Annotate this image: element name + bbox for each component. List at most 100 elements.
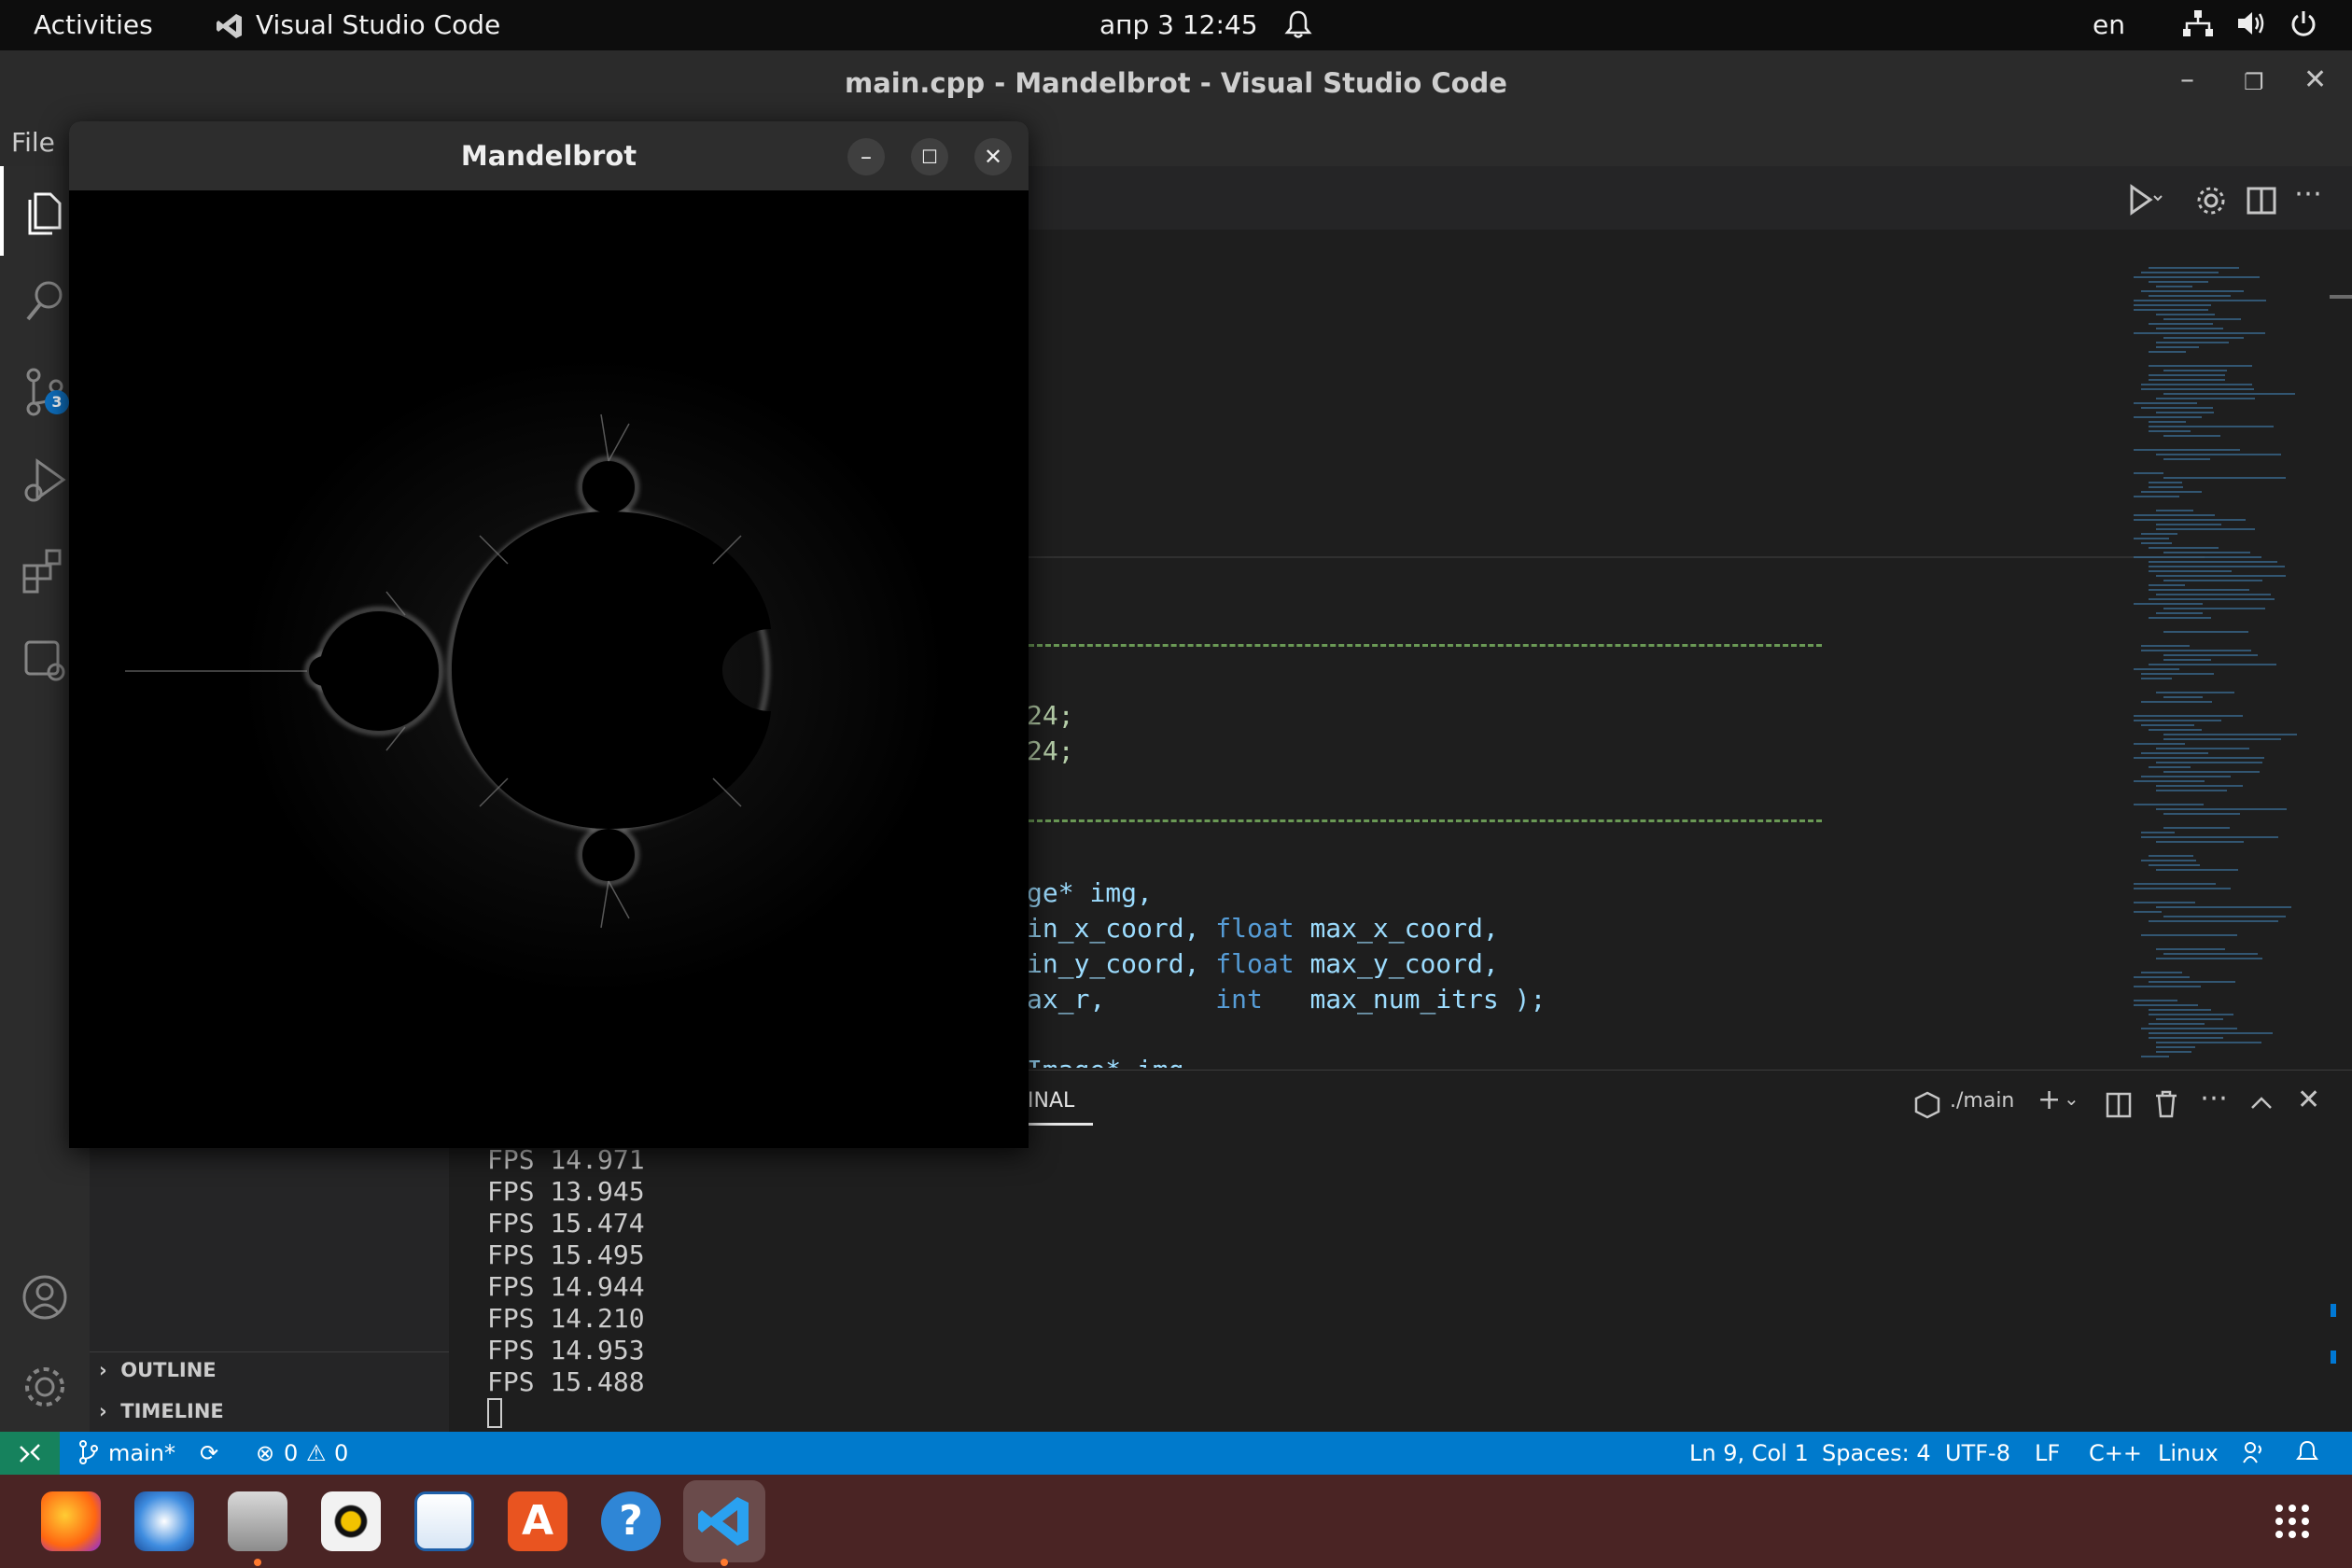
feedback-icon[interactable] bbox=[2242, 1440, 2266, 1470]
run-play-icon[interactable] bbox=[2122, 183, 2163, 218]
error-count[interactable]: 0 bbox=[284, 1440, 298, 1466]
writer-icon[interactable] bbox=[414, 1491, 474, 1551]
minimap-line bbox=[2163, 580, 2262, 581]
outline-section[interactable]: › OUTLINE bbox=[99, 1359, 217, 1381]
notifications-bell-icon[interactable] bbox=[2296, 1440, 2318, 1470]
rhythmbox-icon[interactable] bbox=[321, 1491, 381, 1551]
split-terminal-icon[interactable] bbox=[2105, 1091, 2133, 1119]
software-center-icon[interactable]: A bbox=[508, 1491, 567, 1551]
warning-count[interactable]: 0 bbox=[334, 1440, 348, 1466]
minimap-line bbox=[2149, 566, 2285, 567]
volume-icon[interactable] bbox=[2236, 9, 2268, 44]
minimap-line bbox=[2149, 584, 2185, 586]
encoding[interactable]: UTF-8 bbox=[1945, 1440, 2010, 1466]
minimap-line bbox=[2134, 986, 2201, 987]
close-icon[interactable]: ✕ bbox=[974, 138, 1012, 175]
minimize-icon[interactable]: – bbox=[847, 138, 885, 175]
minimap-line bbox=[2163, 552, 2250, 553]
minimap-line bbox=[2149, 570, 2232, 572]
thunderbird-icon[interactable] bbox=[134, 1491, 194, 1551]
help-icon[interactable]: ? bbox=[601, 1491, 661, 1551]
end-of-line[interactable]: LF bbox=[2035, 1440, 2060, 1466]
menu-file[interactable]: File bbox=[11, 127, 55, 158]
minimap-line bbox=[2156, 762, 2262, 763]
minimap-line bbox=[2156, 342, 2229, 343]
account-icon[interactable] bbox=[21, 1273, 69, 1322]
vscode-icon[interactable] bbox=[694, 1491, 754, 1551]
status-bar: main* ⟳ ⊗ 0 ⚠ 0 Ln 9, Col 1 Spaces: 4 UT… bbox=[0, 1432, 2352, 1475]
minimap-line bbox=[2141, 384, 2252, 385]
maximize-panel-icon[interactable] bbox=[2248, 1093, 2275, 1113]
error-icon[interactable]: ⊗ bbox=[256, 1440, 274, 1466]
files-icon[interactable] bbox=[228, 1491, 287, 1551]
indentation[interactable]: Spaces: 4 bbox=[1822, 1440, 1931, 1466]
minimap-line bbox=[2149, 547, 2219, 549]
firefox-icon[interactable] bbox=[41, 1491, 101, 1551]
minimap-line bbox=[2156, 785, 2243, 787]
close-icon[interactable]: ✕ bbox=[2303, 63, 2327, 96]
search-icon[interactable] bbox=[22, 276, 67, 325]
extensions-icon[interactable] bbox=[21, 545, 69, 597]
separator-comment-line bbox=[1029, 819, 1822, 822]
mandelbrot-fractal-render[interactable] bbox=[69, 190, 1029, 1148]
language-mode[interactable]: C++ bbox=[2089, 1440, 2142, 1466]
input-language-indicator[interactable]: en bbox=[2093, 9, 2125, 40]
show-apps-grid-icon[interactable] bbox=[2274, 1503, 2311, 1540]
sync-icon[interactable]: ⟳ bbox=[200, 1440, 218, 1466]
minimap-line bbox=[2141, 1028, 2237, 1029]
mandelbrot-title-bar[interactable]: Mandelbrot – ☐ ✕ bbox=[69, 121, 1029, 190]
branch-icon bbox=[78, 1440, 99, 1470]
explorer-icon[interactable] bbox=[22, 187, 67, 235]
minimap-line bbox=[2134, 496, 2179, 497]
scrollbar-thumb[interactable] bbox=[2330, 295, 2352, 299]
trash-icon[interactable] bbox=[2153, 1089, 2179, 1119]
remote-indicator[interactable] bbox=[0, 1432, 60, 1475]
new-terminal-icon[interactable]: + bbox=[2037, 1084, 2061, 1116]
gear-icon[interactable] bbox=[2195, 185, 2227, 217]
branch-name[interactable]: main* bbox=[108, 1440, 175, 1466]
restore-icon[interactable]: ❐ bbox=[2244, 69, 2264, 95]
minimap[interactable] bbox=[2134, 267, 2302, 1070]
timeline-section[interactable]: › TIMELINE bbox=[99, 1400, 224, 1422]
minimap-line bbox=[2149, 482, 2182, 483]
tab-terminal[interactable]: INAL bbox=[1028, 1089, 1074, 1113]
minimap-line bbox=[2134, 976, 2190, 978]
chevron-down-icon[interactable]: ⌄ bbox=[2064, 1087, 2079, 1110]
vscode-app-icon[interactable] bbox=[215, 9, 245, 41]
window-title: main.cpp - Mandelbrot - Visual Studio Co… bbox=[845, 67, 1507, 99]
minimap-line bbox=[2149, 486, 2183, 488]
minimize-icon[interactable]: – bbox=[2180, 63, 2194, 96]
minimap-line bbox=[2163, 435, 2220, 437]
app-menu-label[interactable]: Visual Studio Code bbox=[256, 9, 500, 40]
minimap-line bbox=[2149, 281, 2208, 283]
bell-icon[interactable] bbox=[1284, 9, 1312, 46]
warning-icon[interactable]: ⚠ bbox=[306, 1440, 327, 1466]
minimap-line bbox=[2149, 1023, 2205, 1025]
minimap-line bbox=[2149, 1009, 2211, 1011]
mandelbrot-window[interactable]: Mandelbrot – ☐ ✕ bbox=[69, 121, 1029, 1148]
more-actions-icon[interactable]: ⋯ bbox=[2294, 177, 2322, 210]
activities-button[interactable]: Activities bbox=[34, 9, 153, 40]
minimap-line bbox=[2141, 678, 2172, 679]
separator-comment-line bbox=[1029, 644, 1822, 647]
remote-explorer-icon[interactable] bbox=[21, 635, 69, 687]
maximize-icon[interactable]: ☐ bbox=[911, 138, 948, 175]
close-panel-icon[interactable]: ✕ bbox=[2297, 1084, 2320, 1116]
network-icon[interactable] bbox=[2182, 9, 2214, 44]
terminal-line: FPS 14.953 bbox=[487, 1335, 645, 1365]
clock[interactable]: апр 3 12:45 bbox=[1099, 9, 1258, 40]
minimap-line bbox=[2134, 276, 2260, 278]
cursor-position[interactable]: Ln 9, Col 1 bbox=[1689, 1440, 1809, 1466]
minimap-line bbox=[2163, 734, 2297, 735]
os-indicator[interactable]: Linux bbox=[2158, 1440, 2219, 1466]
terminal-name[interactable]: ./main bbox=[1950, 1089, 2014, 1113]
power-icon[interactable] bbox=[2289, 9, 2318, 46]
run-debug-icon[interactable] bbox=[21, 455, 69, 508]
minimap-line bbox=[2141, 491, 2202, 493]
more-actions-icon[interactable]: ⋯ bbox=[2200, 1082, 2228, 1114]
minimap-line bbox=[2156, 524, 2221, 525]
split-editor-icon[interactable] bbox=[2246, 185, 2277, 217]
minimap-line bbox=[2156, 808, 2287, 810]
settings-gear-icon[interactable] bbox=[21, 1363, 69, 1411]
minimap-line bbox=[2141, 650, 2251, 651]
